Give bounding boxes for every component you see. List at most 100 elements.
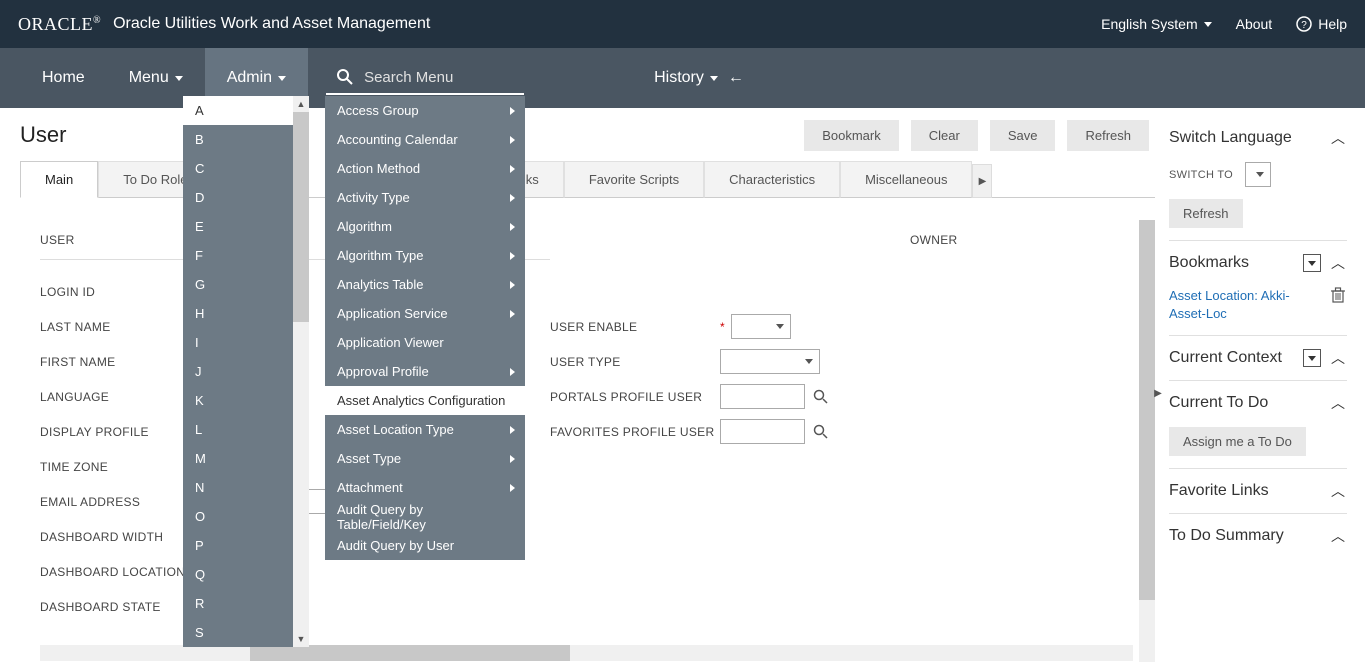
menu-item[interactable]: Action Method: [325, 154, 525, 183]
switch-language-title: Switch Language: [1169, 129, 1321, 147]
sidebar: Switch Language ︿ SWITCH TO Refresh Book…: [1161, 108, 1365, 662]
bookmark-link[interactable]: Asset Location: Akki-Asset-Loc: [1169, 287, 1321, 323]
chevron-up-icon[interactable]: ︿: [1329, 348, 1347, 368]
menu-item[interactable]: Asset Analytics Configuration: [325, 386, 525, 415]
about-link[interactable]: About: [1236, 16, 1273, 32]
search-menu-field[interactable]: [326, 61, 524, 95]
tab-scroll-right[interactable]: ▶: [972, 164, 992, 198]
chevron-down-icon: [710, 76, 718, 81]
menu-item[interactable]: Audit Query by Table/Field/Key: [325, 502, 525, 531]
refresh-button[interactable]: Refresh: [1067, 120, 1149, 151]
app-title: Oracle Utilities Work and Asset Manageme…: [113, 15, 1101, 33]
alpha-item-s[interactable]: S: [183, 618, 309, 647]
alpha-item-r[interactable]: R: [183, 589, 309, 618]
tab-main[interactable]: Main: [20, 161, 98, 198]
menu-item[interactable]: Algorithm Type: [325, 241, 525, 270]
svg-text:?: ?: [1301, 20, 1307, 31]
tab-characteristics[interactable]: Characteristics: [704, 161, 840, 198]
chevron-up-icon[interactable]: ︿: [1329, 526, 1347, 546]
lookup-icon[interactable]: [813, 424, 829, 440]
user-type-select[interactable]: [720, 349, 820, 374]
language-selector[interactable]: English System: [1101, 16, 1211, 32]
menu-item[interactable]: Asset Location Type: [325, 415, 525, 444]
alpha-item-m[interactable]: M: [183, 444, 309, 473]
alpha-item-k[interactable]: K: [183, 386, 309, 415]
alpha-item-h[interactable]: H: [183, 299, 309, 328]
alpha-item-j[interactable]: J: [183, 357, 309, 386]
alpha-item-l[interactable]: L: [183, 415, 309, 444]
clear-button[interactable]: Clear: [911, 120, 978, 151]
menu-item[interactable]: Asset Type: [325, 444, 525, 473]
scrollbar[interactable]: [1139, 220, 1155, 662]
bookmark-button[interactable]: Bookmark: [804, 120, 899, 151]
oracle-logo: ORACLE®: [18, 14, 101, 35]
portals-profile-field[interactable]: [720, 384, 805, 409]
bookmarks-title: Bookmarks: [1169, 254, 1295, 272]
owner-section-header: OWNER: [550, 220, 1155, 260]
scroll-thumb[interactable]: [293, 112, 309, 322]
alpha-item-a[interactable]: A: [183, 96, 309, 125]
menu-item[interactable]: Accounting Calendar: [325, 125, 525, 154]
back-arrow-icon[interactable]: ←: [728, 69, 744, 87]
menu-item[interactable]: Approval Profile: [325, 357, 525, 386]
menu-item[interactable]: Algorithm: [325, 212, 525, 241]
alpha-item-g[interactable]: G: [183, 270, 309, 299]
alpha-item-f[interactable]: F: [183, 241, 309, 270]
nav-home[interactable]: Home: [20, 48, 107, 108]
user-type-label: USER TYPE: [550, 355, 720, 369]
nav-history[interactable]: History ←: [654, 69, 744, 87]
chevron-down-icon: [278, 76, 286, 81]
save-button[interactable]: Save: [990, 120, 1056, 151]
alpha-item-e[interactable]: E: [183, 212, 309, 241]
alpha-item-p[interactable]: P: [183, 531, 309, 560]
menu-item[interactable]: Audit Query by User: [325, 531, 525, 560]
menu-item[interactable]: Activity Type: [325, 183, 525, 212]
sidebar-refresh-button[interactable]: Refresh: [1169, 199, 1243, 228]
config-icon[interactable]: [1303, 349, 1321, 367]
portals-profile-label: PORTALS PROFILE USER: [550, 390, 720, 404]
panel-divider[interactable]: ▶: [1155, 108, 1161, 662]
config-icon[interactable]: [1303, 254, 1321, 272]
bookmarks-panel: Bookmarks ︿ Asset Location: Akki-Asset-L…: [1169, 240, 1347, 335]
scroll-thumb[interactable]: [1139, 220, 1155, 600]
help-link[interactable]: ? Help: [1296, 16, 1347, 32]
alpha-item-o[interactable]: O: [183, 502, 309, 531]
menu-item[interactable]: Application Viewer: [325, 328, 525, 357]
menu-item[interactable]: Application Service: [325, 299, 525, 328]
tab-miscellaneous[interactable]: Miscellaneous: [840, 161, 972, 198]
scrollbar[interactable]: ▲ ▼: [293, 96, 309, 647]
user-enable-select[interactable]: [731, 314, 791, 339]
current-todo-title: Current To Do: [1169, 394, 1321, 412]
chevron-up-icon[interactable]: ︿: [1329, 128, 1347, 148]
help-label: Help: [1318, 16, 1347, 32]
chevron-up-icon[interactable]: ︿: [1329, 481, 1347, 501]
help-icon: ?: [1296, 16, 1312, 32]
scroll-up-icon[interactable]: ▲: [293, 96, 309, 112]
chevron-up-icon[interactable]: ︿: [1329, 253, 1347, 273]
favorites-profile-field[interactable]: [720, 419, 805, 444]
chevron-up-icon[interactable]: ︿: [1329, 393, 1347, 413]
language-label: English System: [1101, 16, 1197, 32]
lookup-icon[interactable]: [813, 389, 829, 405]
scroll-down-icon[interactable]: ▼: [293, 631, 309, 647]
current-todo-panel: Current To Do ︿ Assign me a To Do: [1169, 380, 1347, 468]
menu-item[interactable]: Analytics Table: [325, 270, 525, 299]
alpha-item-d[interactable]: D: [183, 183, 309, 212]
menu-item[interactable]: Access Group: [325, 96, 525, 125]
alpha-item-b[interactable]: B: [183, 125, 309, 154]
top-bar-right: English System About ? Help: [1101, 16, 1347, 32]
assign-todo-button[interactable]: Assign me a To Do: [1169, 427, 1306, 456]
alpha-item-c[interactable]: C: [183, 154, 309, 183]
scroll-thumb[interactable]: [250, 645, 570, 661]
alpha-item-q[interactable]: Q: [183, 560, 309, 589]
alpha-item-i[interactable]: I: [183, 328, 309, 357]
alpha-item-n[interactable]: N: [183, 473, 309, 502]
switch-to-select[interactable]: [1245, 162, 1271, 187]
menu-item[interactable]: Attachment: [325, 473, 525, 502]
tab-favorite-scripts[interactable]: Favorite Scripts: [564, 161, 704, 198]
scrollbar[interactable]: [40, 645, 1133, 661]
delete-icon[interactable]: [1331, 287, 1347, 303]
search-input[interactable]: [364, 69, 514, 86]
search-icon: [336, 68, 354, 86]
collapse-icon[interactable]: ▶: [1154, 388, 1162, 399]
